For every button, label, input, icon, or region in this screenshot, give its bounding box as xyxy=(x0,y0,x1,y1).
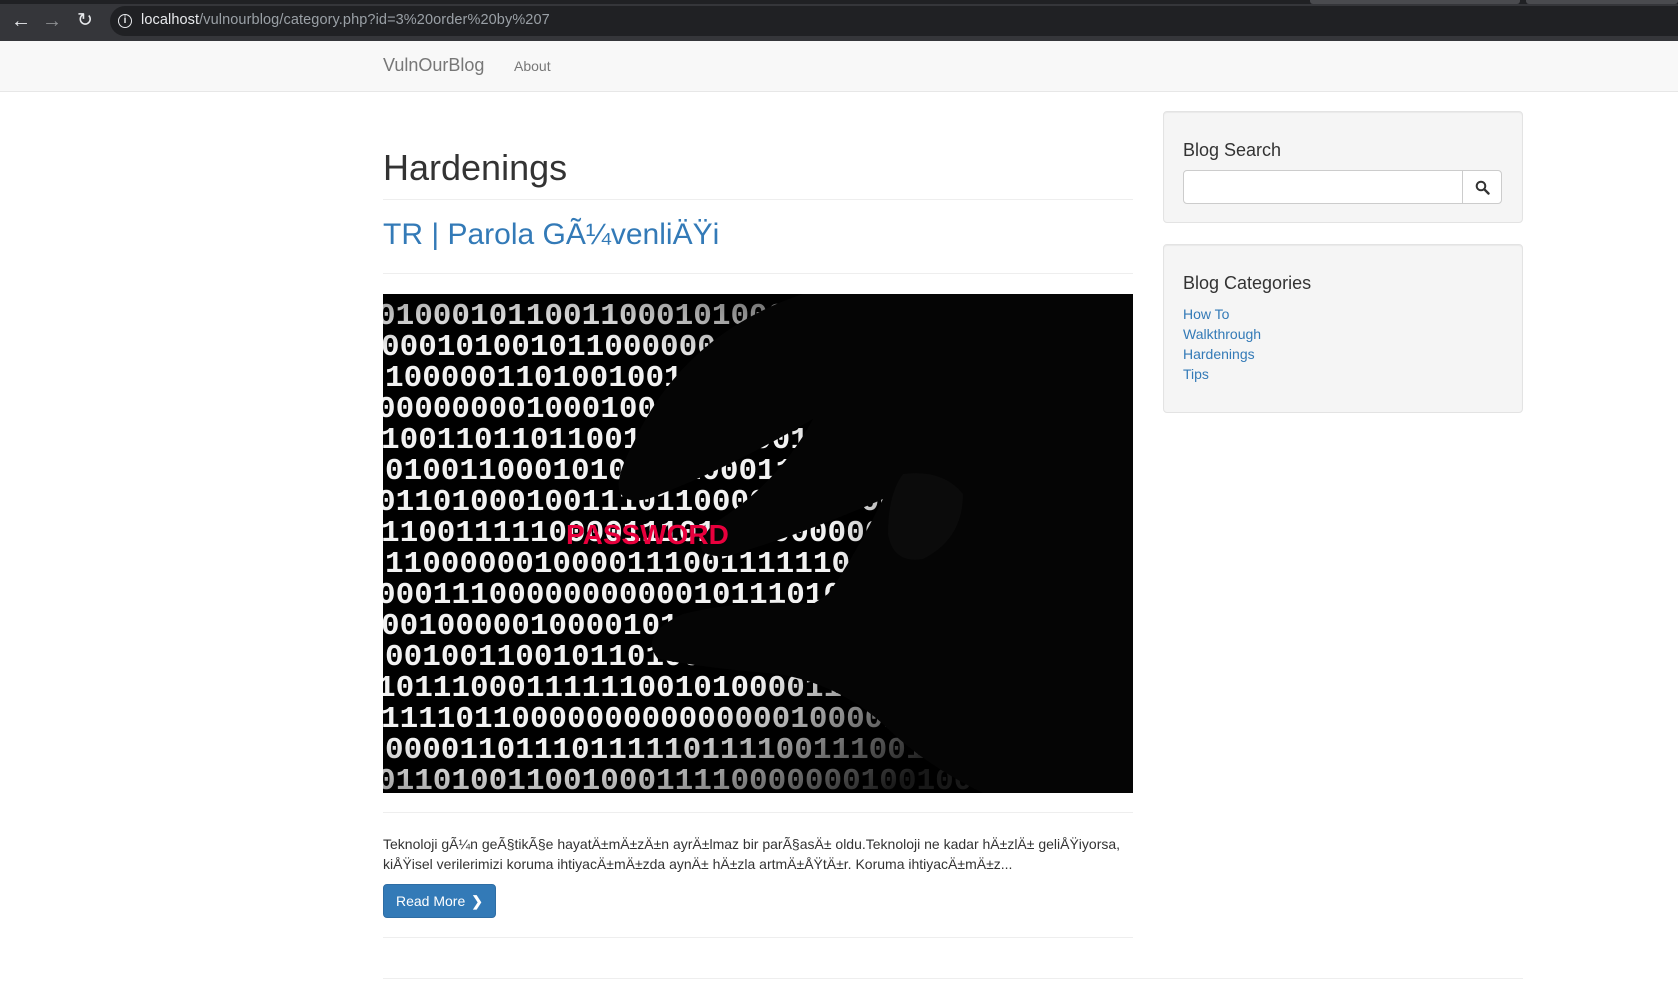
post-excerpt: Teknoloji gÃ¼n geÃ§tikÃ§e hayatÄ±mÄ±zÄ±n… xyxy=(383,836,1121,872)
post-image[interactable]: 0100010110011000101000110010011001001001… xyxy=(383,294,1133,793)
url-host: localhost xyxy=(141,12,200,28)
reload-icon[interactable]: ↻ xyxy=(73,9,97,33)
category-link-tips[interactable]: Tips xyxy=(1183,364,1261,384)
search-icon xyxy=(1475,180,1490,195)
divider xyxy=(383,937,1133,938)
read-more-button[interactable]: Read More ❯ xyxy=(383,884,496,918)
forward-icon[interactable]: → xyxy=(40,9,64,33)
browser-tab[interactable] xyxy=(1310,0,1520,4)
chevron-right-icon: ❯ xyxy=(471,893,483,909)
categories-widget: Blog Categories How To Walkthrough Harde… xyxy=(1163,244,1523,413)
category-link-hardenings[interactable]: Hardenings xyxy=(1183,344,1261,364)
divider xyxy=(383,199,1133,200)
category-list: How To Walkthrough Hardenings Tips xyxy=(1183,304,1261,384)
site-navbar: VulnOurBlog About xyxy=(0,41,1678,92)
categories-widget-title: Blog Categories xyxy=(1183,273,1312,293)
search-widget-title: Blog Search xyxy=(1183,140,1282,160)
browser-toolbar: ← → ↻ i localhost/vulnourblog/category.p… xyxy=(0,0,1678,41)
divider xyxy=(383,812,1133,813)
page-title: Hardenings xyxy=(383,147,568,188)
search-widget: Blog Search xyxy=(1163,111,1523,223)
nav-link-about[interactable]: About xyxy=(514,58,551,74)
back-icon[interactable]: ← xyxy=(9,9,33,33)
brand-link[interactable]: VulnOurBlog xyxy=(383,55,484,76)
image-password-text: PASSWORD xyxy=(566,519,729,550)
search-button[interactable] xyxy=(1462,170,1502,204)
category-link-walkthrough[interactable]: Walkthrough xyxy=(1183,324,1261,344)
url-path: /vulnourblog/category.php?id=3%20order%2… xyxy=(199,12,550,28)
post-title-link[interactable]: TR | Parola GÃ¼venliÄŸi xyxy=(383,217,719,253)
url-text[interactable]: localhost/vulnourblog/category.php?id=3%… xyxy=(141,12,550,28)
read-more-label: Read More xyxy=(396,893,466,909)
site-info-icon[interactable]: i xyxy=(118,14,132,28)
category-link-how-to[interactable]: How To xyxy=(1183,304,1261,324)
divider xyxy=(383,273,1133,274)
search-input[interactable] xyxy=(1183,170,1463,204)
browser-tab[interactable] xyxy=(1526,0,1678,4)
footer-divider xyxy=(383,978,1523,979)
